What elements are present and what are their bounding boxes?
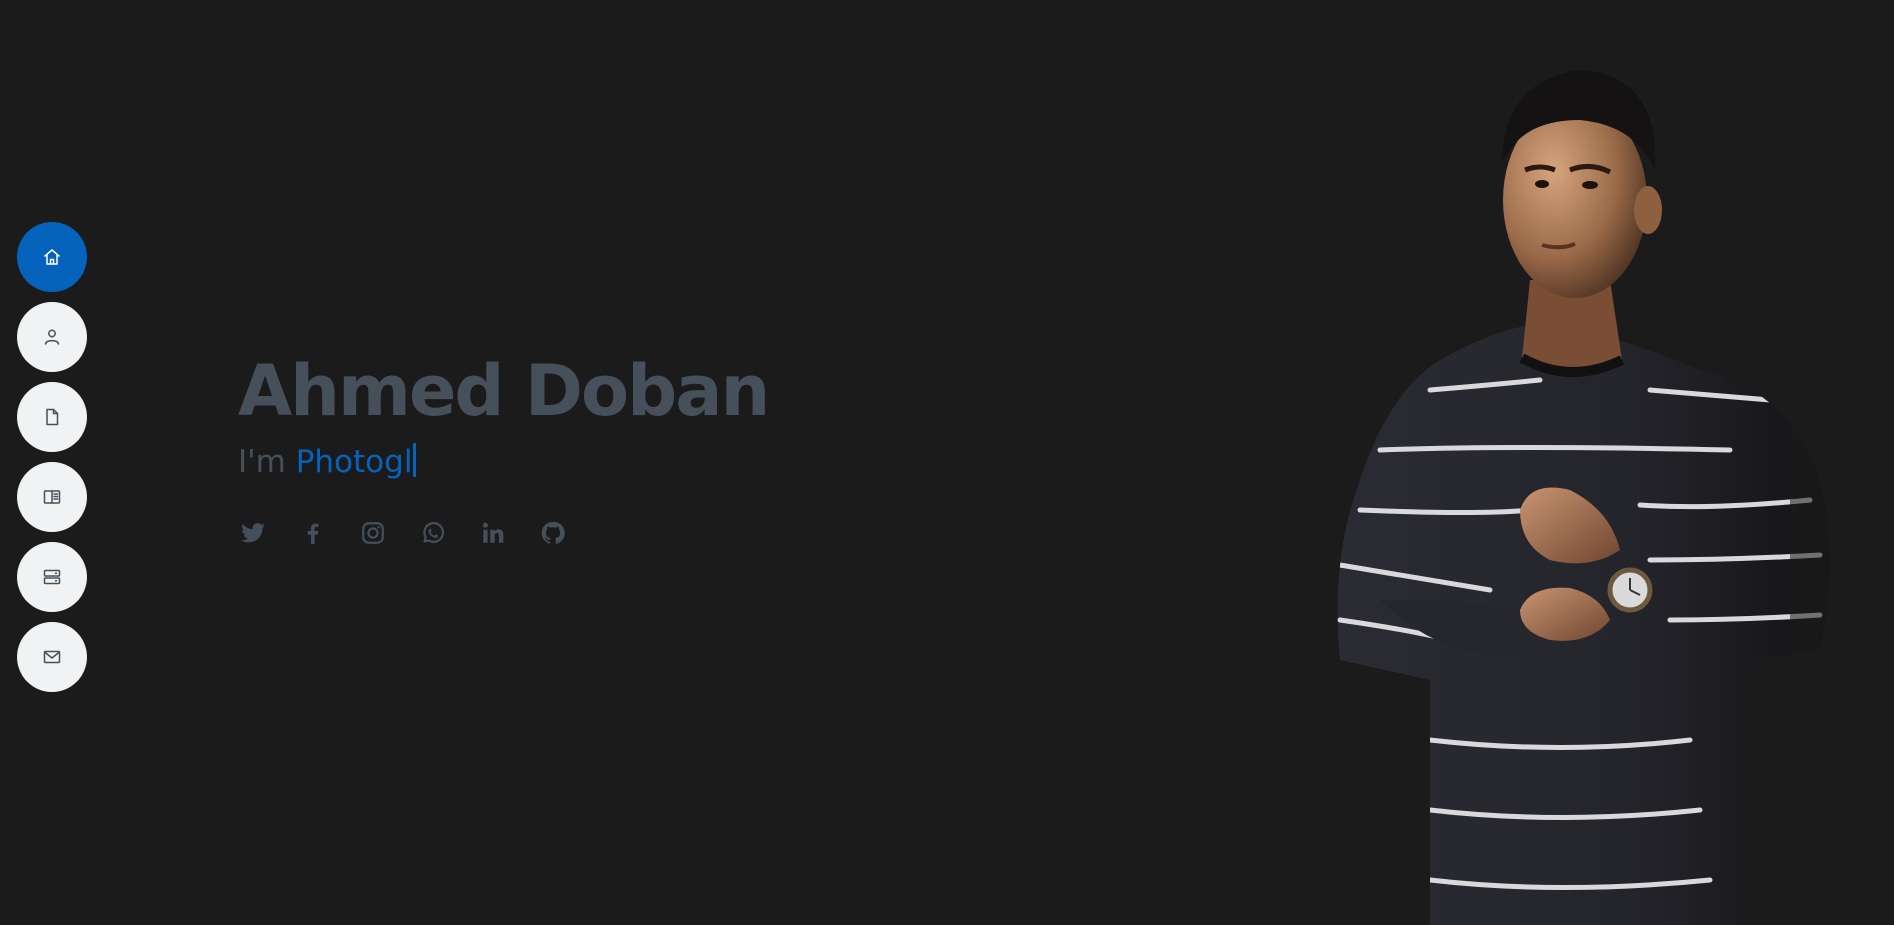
file-icon	[46, 408, 59, 426]
github-link[interactable]	[540, 518, 600, 548]
side-nav	[17, 222, 87, 692]
nav-home-button[interactable]	[17, 222, 87, 292]
facebook-icon	[307, 523, 319, 544]
intro: Ahmed Doban I'm Photogl	[238, 345, 770, 548]
twitter-link[interactable]	[240, 518, 300, 548]
book-half-icon	[43, 490, 61, 504]
tagline-prefix: I'm	[238, 444, 296, 480]
facebook-link[interactable]	[300, 518, 360, 548]
typing-cursor	[413, 443, 417, 477]
instagram-link[interactable]	[360, 518, 420, 548]
instagram-icon	[362, 522, 384, 544]
server-icon	[43, 569, 61, 585]
portrait-photo	[1337, 40, 1894, 925]
github-icon	[541, 521, 565, 544]
nav-portfolio-button[interactable]	[17, 462, 87, 532]
linkedin-icon	[482, 522, 504, 543]
hero-section: Ahmed Doban I'm Photogl	[0, 0, 1894, 925]
nav-services-button[interactable]	[17, 542, 87, 612]
whatsapp-icon	[423, 522, 445, 543]
person-icon	[44, 329, 60, 345]
nav-resume-button[interactable]	[17, 382, 87, 452]
nav-about-button[interactable]	[17, 302, 87, 372]
whatsapp-link[interactable]	[420, 518, 480, 548]
hero-tagline: I'm Photogl	[238, 440, 768, 484]
nav-contact-button[interactable]	[17, 622, 87, 692]
tagline-typed-text: Photogl	[295, 444, 413, 480]
hero-name: Ahmed Doban	[238, 350, 770, 432]
linkedin-link[interactable]	[480, 518, 540, 548]
twitter-icon	[241, 523, 265, 543]
envelope-icon	[43, 650, 61, 664]
home-icon	[44, 249, 60, 265]
social-links	[240, 518, 768, 548]
